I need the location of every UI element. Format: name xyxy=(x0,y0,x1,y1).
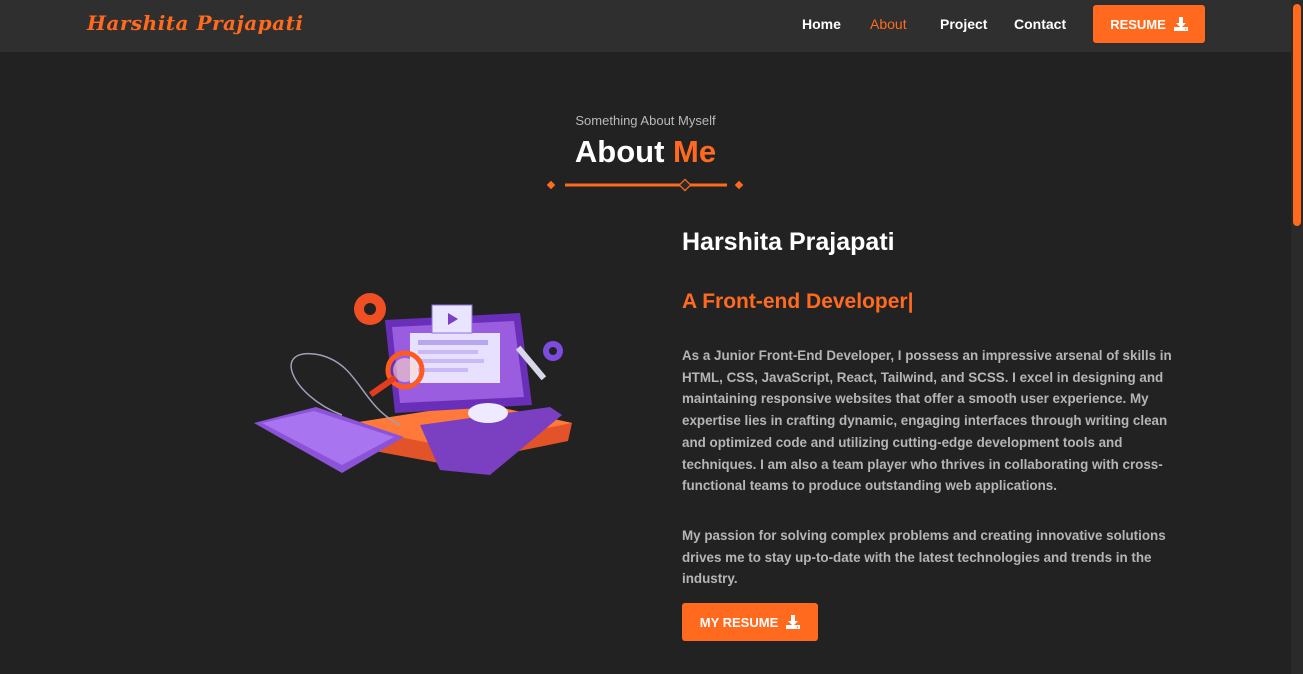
profile-name: Harshita Prajapati xyxy=(682,228,895,256)
about-paragraph-1: As a Junior Front-End Developer, I posse… xyxy=(682,348,1172,494)
page: Harshita Prajapati Home About Project Co… xyxy=(0,0,1303,674)
section-title-accent: Me xyxy=(673,134,717,169)
section-subtitle: Something About Myself xyxy=(575,113,716,128)
nav-project[interactable]: Project xyxy=(940,16,987,32)
section-title-main: About xyxy=(574,134,665,169)
my-resume-button[interactable]: MY RESUME xyxy=(682,603,818,641)
nav-home[interactable]: Home xyxy=(802,16,841,32)
top-navbar: Harshita Prajapati Home About Project Co… xyxy=(0,0,1291,52)
my-resume-button-label: MY RESUME xyxy=(699,614,779,630)
about-paragraph-2: My passion for solving complex problems … xyxy=(682,528,1166,587)
resume-button-label: RESUME xyxy=(1110,16,1166,32)
resume-download-button[interactable]: RESUME xyxy=(1093,5,1205,43)
download-icon xyxy=(786,615,801,629)
nav-contact[interactable]: Contact xyxy=(1014,16,1066,32)
nav-about[interactable]: About xyxy=(870,16,907,32)
scrollbar-thumb[interactable] xyxy=(1293,4,1301,226)
profile-role: A Front-end Developer| xyxy=(682,290,914,313)
section-divider xyxy=(546,178,744,192)
download-icon xyxy=(1173,17,1188,31)
brand-logo[interactable]: Harshita Prajapati xyxy=(87,11,303,35)
page-scrollbar[interactable] xyxy=(1291,0,1303,674)
section-title: About Me xyxy=(0,134,1291,170)
developer-workstation-illustration xyxy=(254,293,572,475)
